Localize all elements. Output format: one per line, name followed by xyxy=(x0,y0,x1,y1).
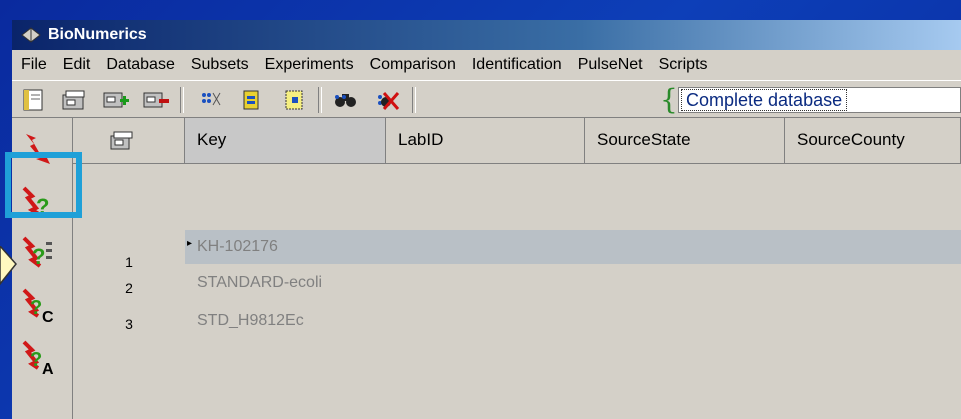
menu-identification[interactable]: Identification xyxy=(464,56,570,74)
database-selector-value: Complete database xyxy=(681,89,848,111)
letter-a: A xyxy=(42,361,54,376)
toolbar-separator xyxy=(412,87,416,113)
column-header-labid[interactable]: LabID xyxy=(386,118,585,164)
cut-selection-icon[interactable] xyxy=(196,87,224,113)
clear-search-icon[interactable] xyxy=(372,87,400,113)
row-key: STANDARD-ecoli xyxy=(197,274,323,291)
menu-comparison[interactable]: Comparison xyxy=(362,56,464,74)
menu-pulsenet[interactable]: PulseNet xyxy=(570,56,651,74)
toolbar-separator xyxy=(180,87,184,113)
identify-c-icon[interactable]: ? C xyxy=(20,288,56,324)
menu-edit[interactable]: Edit xyxy=(55,56,99,74)
select-all-icon[interactable] xyxy=(280,87,308,113)
selected-row-highlight xyxy=(185,230,961,264)
row-number: 3 xyxy=(125,316,133,332)
row-number: 2 xyxy=(125,280,133,296)
row-key: KH-102176 xyxy=(197,238,278,255)
toolbar-separator xyxy=(318,87,322,113)
subset-brace-icon: { xyxy=(660,83,678,116)
bionumerics-logo-icon xyxy=(21,27,41,43)
row-key: STD_H9812Ec xyxy=(197,312,304,329)
column-header-key[interactable]: Key xyxy=(185,118,386,164)
callout-pointer xyxy=(0,246,17,286)
menu-subsets[interactable]: Subsets xyxy=(183,56,257,74)
svg-text:?: ? xyxy=(30,297,42,319)
title-bar[interactable]: BioNumerics xyxy=(12,20,961,50)
svg-text:?: ? xyxy=(30,349,42,371)
row-pointer-icon: ▸ xyxy=(187,238,193,249)
database-grid: Key LabID SourceState SourceCounty 1 ▸ K… xyxy=(73,118,961,419)
column-header-sourcestate[interactable]: SourceState xyxy=(585,118,785,164)
find-binoculars-icon[interactable] xyxy=(332,87,360,113)
delete-entry-icon[interactable] xyxy=(142,87,170,113)
menu-bar: File Edit Database Subsets Experiments C… xyxy=(12,50,961,81)
toolbar: { Complete database xyxy=(12,81,961,118)
menu-database[interactable]: Database xyxy=(98,56,183,74)
letter-c: C xyxy=(42,309,54,324)
lightning-highlight-box xyxy=(5,152,82,218)
identify-list-icon[interactable]: ? xyxy=(20,236,56,272)
open-database-icon[interactable] xyxy=(20,87,48,113)
svg-text:?: ? xyxy=(32,244,45,269)
database-table-icon xyxy=(110,131,133,150)
database-selector[interactable]: Complete database xyxy=(678,87,961,113)
menu-experiments[interactable]: Experiments xyxy=(257,56,362,74)
grid-corner[interactable] xyxy=(73,118,185,164)
window-title: BioNumerics xyxy=(48,26,147,43)
column-header-sourcecounty[interactable]: SourceCounty xyxy=(785,118,961,164)
paste-selection-icon[interactable] xyxy=(238,87,266,113)
identify-a-icon[interactable]: ? A xyxy=(20,340,56,376)
database-entries-icon[interactable] xyxy=(60,87,88,113)
menu-scripts[interactable]: Scripts xyxy=(651,56,716,74)
row-number: 1 xyxy=(125,254,133,270)
app-window: BioNumerics File Edit Database Subsets E… xyxy=(12,20,961,419)
add-entry-icon[interactable] xyxy=(102,87,130,113)
menu-file[interactable]: File xyxy=(12,56,55,74)
